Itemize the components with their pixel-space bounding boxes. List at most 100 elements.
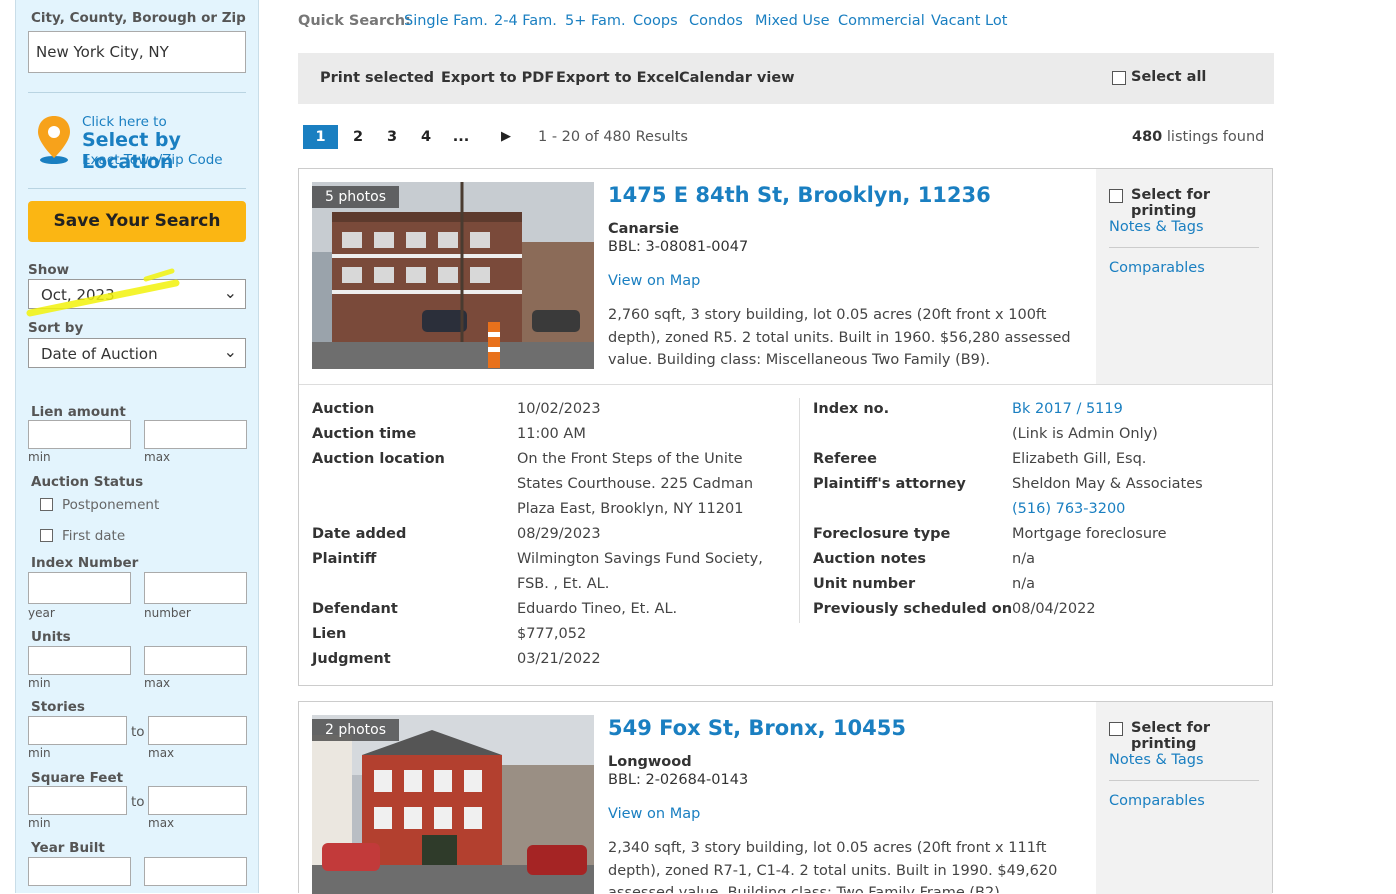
attorney-phone-link[interactable]: (516) 763-3200	[1012, 501, 1125, 517]
building-photo-image	[312, 182, 594, 369]
divider	[28, 188, 246, 189]
notes-tags-link[interactable]: Notes & Tags	[1109, 752, 1204, 768]
results-toolbar: Print selected Export to PDF Export to E…	[298, 53, 1274, 104]
foreclosure-type-value: Mortgage foreclosure	[1012, 526, 1167, 542]
max-label: max	[144, 450, 171, 464]
auction-notes-key: Auction notes	[813, 551, 927, 567]
quick-search-2-4-fam[interactable]: 2-4 Fam.	[494, 13, 557, 29]
year-built-max-input[interactable]	[144, 857, 247, 886]
page-1-button[interactable]: 1	[303, 125, 338, 149]
max-label: max	[148, 746, 175, 760]
to-label: to	[131, 724, 145, 740]
page-4-button[interactable]: 4	[416, 125, 436, 149]
auction-time-key: Auction time	[312, 426, 417, 442]
auction-location-line-3: Plaza East, Brooklyn, NY 11201	[517, 501, 744, 517]
auction-date-key: Auction	[312, 401, 375, 417]
judgment-key: Judgment	[312, 651, 391, 667]
next-page-arrow-icon[interactable]: ▶	[496, 125, 516, 149]
auction-location-key: Auction location	[312, 451, 445, 467]
divider	[1109, 247, 1259, 248]
lien-min-input[interactable]	[28, 420, 131, 449]
save-search-button[interactable]: Save Your Search	[28, 201, 246, 242]
listing-address-link[interactable]: 1475 E 84th St, Brooklyn, 11236	[608, 183, 991, 207]
print-selected-button[interactable]: Print selected	[320, 70, 434, 86]
building-photo-image	[312, 715, 594, 894]
auction-location-line-1: On the Front Steps of the Unite	[517, 451, 743, 467]
chevron-down-icon: ⌄	[223, 283, 237, 302]
stories-max-input[interactable]	[148, 716, 247, 745]
plaintiff-line-1: Wilmington Savings Fund Society,	[517, 551, 763, 567]
select-by-location-link[interactable]: Click here to Select by Location Exact T…	[36, 112, 256, 173]
select-for-printing-checkbox[interactable]	[1109, 722, 1123, 736]
min-label: min	[28, 816, 51, 830]
sort-select[interactable]: Date of Auction ⌄	[28, 338, 246, 368]
quick-search-single-fam[interactable]: Single Fam.	[404, 13, 488, 29]
quick-search-vacant-lot[interactable]: Vacant Lot	[931, 13, 1007, 29]
calendar-view-button[interactable]: Calendar view	[679, 70, 795, 86]
auction-status-label: Auction Status	[31, 474, 144, 490]
sqft-max-input[interactable]	[148, 786, 247, 815]
select-all-checkbox[interactable]	[1112, 71, 1126, 85]
quick-search-coops[interactable]: Coops	[633, 13, 678, 29]
sqft-min-input[interactable]	[28, 786, 127, 815]
location-input[interactable]: New York City, NY	[28, 31, 246, 73]
view-on-map-link[interactable]: View on Map	[608, 273, 700, 289]
property-photo[interactable]: 2 photos	[312, 715, 594, 894]
index-no-link[interactable]: Bk 2017 / 5119	[1012, 401, 1123, 417]
first-date-checkbox[interactable]	[40, 529, 53, 542]
comparables-link[interactable]: Comparables	[1109, 260, 1205, 276]
quick-search-commercial[interactable]: Commercial	[838, 13, 925, 29]
divider	[28, 92, 246, 93]
view-on-map-link[interactable]: View on Map	[608, 806, 700, 822]
lien-max-input[interactable]	[144, 420, 247, 449]
plaintiffs-attorney-key: Plaintiff's attorney	[813, 476, 966, 492]
postponement-checkbox[interactable]	[40, 498, 53, 511]
export-excel-button[interactable]: Export to Excel	[556, 70, 679, 86]
exact-town-text: Exact Town/Zip Code	[82, 152, 223, 168]
divider	[299, 384, 1272, 385]
units-min-input[interactable]	[28, 646, 131, 675]
number-label: number	[144, 606, 191, 620]
date-added-value: 08/29/2023	[517, 526, 601, 542]
index-number-input[interactable]	[144, 572, 247, 604]
notes-tags-link[interactable]: Notes & Tags	[1109, 219, 1204, 235]
index-year-input[interactable]	[28, 572, 131, 604]
unit-number-value: n/a	[1012, 576, 1035, 592]
page-3-button[interactable]: 3	[382, 125, 402, 149]
location-label: City, County, Borough or Zip	[31, 10, 246, 26]
quick-search-5-fam[interactable]: 5+ Fam.	[565, 13, 626, 29]
chevron-down-icon: ⌄	[223, 342, 237, 361]
plaintiff-line-2: FSB. , Et. AL.	[517, 576, 610, 592]
select-all-label: Select all	[1131, 69, 1207, 85]
quick-search-mixed-use[interactable]: Mixed Use	[755, 13, 830, 29]
plaintiffs-attorney-value: Sheldon May & Associates	[1012, 476, 1203, 492]
property-photo[interactable]: 5 photos	[312, 182, 594, 369]
auction-location-line-2: States Courthouse. 225 Cadman	[517, 476, 754, 492]
sqft-label: Square Feet	[31, 770, 124, 786]
results-range: 1 - 20 of 480 Results	[538, 129, 688, 145]
listings-found-label: listings found	[1166, 129, 1265, 145]
units-max-input[interactable]	[144, 646, 247, 675]
comparables-link[interactable]: Comparables	[1109, 793, 1205, 809]
location-pin-icon	[38, 116, 70, 164]
quick-search-condos[interactable]: Condos	[689, 13, 743, 29]
select-for-printing-label: Select for printing	[1131, 720, 1211, 752]
first-date-label: First date	[62, 528, 126, 544]
judgment-value: 03/21/2022	[517, 651, 601, 667]
max-label: max	[148, 816, 175, 830]
defendant-value: Eduardo Tineo, Et. AL.	[517, 601, 678, 617]
unit-number-key: Unit number	[813, 576, 916, 592]
page-2-button[interactable]: 2	[348, 125, 368, 149]
listing-card: 2 photos 549 Fox St, Bronx, 10455 Longwo…	[298, 701, 1273, 894]
listing-address-link[interactable]: 549 Fox St, Bronx, 10455	[608, 716, 906, 740]
listing-description: 2,760 sqft, 3 story building, lot 0.05 a…	[608, 307, 1071, 368]
index-no-note: (Link is Admin Only)	[1012, 426, 1158, 442]
year-built-label: Year Built	[31, 840, 105, 856]
highlighter-mark	[26, 268, 180, 317]
listing-bbl: BBL: 3-08081-0047	[608, 239, 749, 255]
filter-sidebar: City, County, Borough or Zip New York Ci…	[15, 0, 259, 893]
export-pdf-button[interactable]: Export to PDF	[441, 70, 554, 86]
stories-min-input[interactable]	[28, 716, 127, 745]
year-built-min-input[interactable]	[28, 857, 131, 886]
select-for-printing-checkbox[interactable]	[1109, 189, 1123, 203]
